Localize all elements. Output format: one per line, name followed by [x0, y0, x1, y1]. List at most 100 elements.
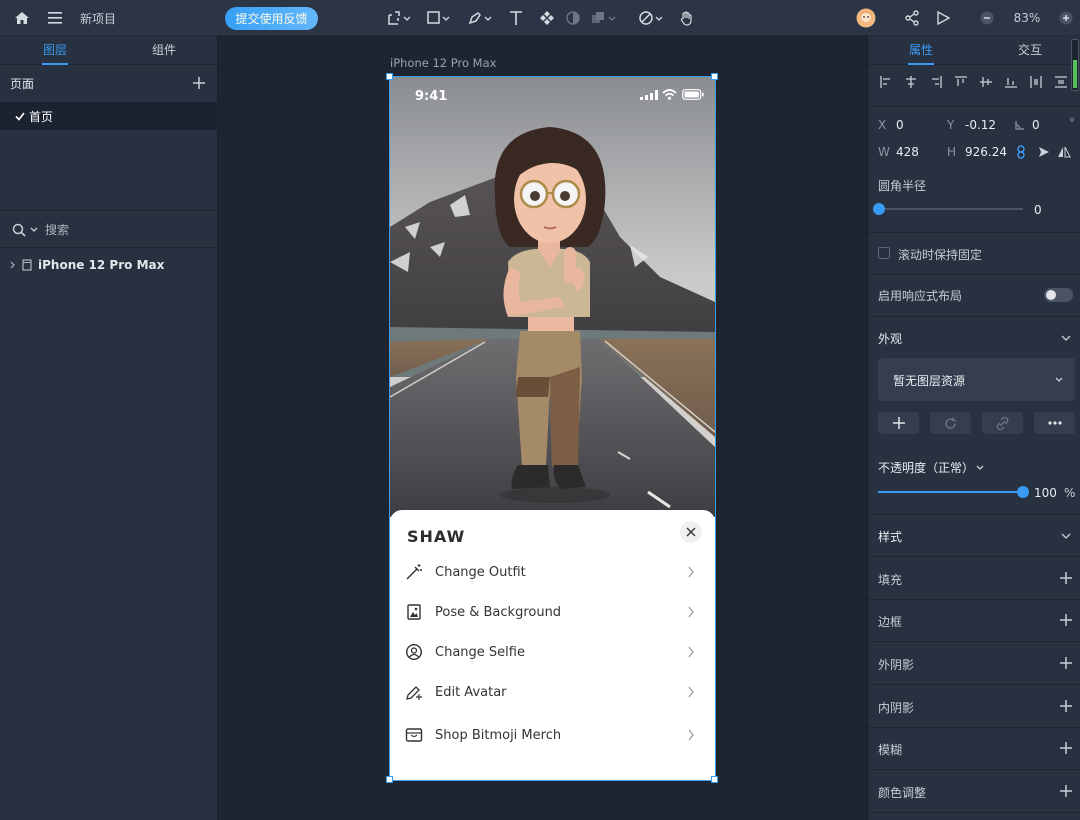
share-icon[interactable] — [904, 8, 920, 28]
unlink-icon — [996, 416, 1009, 430]
tab-components[interactable]: 组件 — [152, 36, 176, 65]
link-icon[interactable] — [1016, 145, 1026, 159]
add-inner-shadow-icon[interactable] — [1060, 700, 1072, 712]
menu-item-pose-background[interactable]: Pose & Background — [390, 593, 715, 631]
chevron-down-icon[interactable] — [1061, 335, 1071, 341]
rectangle-tool-icon[interactable] — [426, 8, 452, 28]
layer-resource-select[interactable]: 暂无图层资源 — [878, 358, 1075, 401]
resize-handle[interactable] — [386, 73, 393, 80]
zoom-out-icon[interactable] — [980, 8, 994, 28]
align-bottom-icon[interactable] — [1005, 76, 1017, 88]
component-icon[interactable] — [539, 8, 555, 28]
inner-shadow-label: 内阴影 — [878, 701, 915, 715]
home-icon[interactable] — [14, 8, 30, 28]
chevron-down-icon[interactable] — [1061, 533, 1071, 539]
zoom-in-icon[interactable] — [1059, 8, 1073, 28]
align-toolbar — [880, 76, 1067, 88]
chevron-right-icon — [688, 606, 694, 618]
feedback-button[interactable]: 提交使用反馈 — [225, 7, 318, 30]
add-page-icon[interactable] — [193, 77, 205, 89]
refresh-icon — [945, 417, 956, 429]
distribute-v-icon[interactable] — [1055, 76, 1067, 88]
distribute-h-icon[interactable] — [1030, 76, 1042, 88]
opacity-label[interactable]: 不透明度（正常） — [878, 459, 974, 476]
tab-interaction[interactable]: 交互 — [1018, 36, 1042, 65]
zoom-level[interactable]: 83% — [1009, 8, 1045, 28]
hand-tool-icon[interactable] — [679, 8, 695, 28]
signal-icon — [640, 90, 658, 100]
responsive-label: 启用响应式布局 — [878, 289, 963, 303]
add-border-icon[interactable] — [1060, 614, 1072, 626]
chevron-right-icon — [688, 686, 694, 698]
flip-horizontal-icon[interactable] — [1057, 146, 1071, 158]
corner-radius-input[interactable]: 0 — [1034, 203, 1042, 217]
w-input[interactable]: 428 — [896, 145, 919, 159]
left-tabs: 图层 组件 — [0, 36, 217, 65]
rotation-input[interactable]: 0 — [1032, 118, 1040, 132]
align-left-icon[interactable] — [880, 76, 892, 88]
artboard-label[interactable]: iPhone 12 Pro Max — [390, 56, 496, 70]
add-color-adjust-icon[interactable] — [1060, 785, 1072, 797]
menu-item-label: Edit Avatar — [435, 684, 507, 700]
align-right-icon[interactable] — [930, 76, 942, 88]
resize-handle[interactable] — [386, 776, 393, 783]
appearance-header[interactable]: 外观 — [878, 330, 902, 347]
scroll-indicator[interactable] — [1071, 39, 1079, 91]
corner-radius-slider[interactable] — [873, 203, 1023, 215]
play-icon[interactable] — [936, 8, 950, 28]
sheet-title: SHAW — [407, 527, 466, 546]
boolean-icon[interactable] — [590, 8, 620, 28]
canvas[interactable]: iPhone 12 Pro Max 9:41 SHAW Change Outfi… — [219, 36, 866, 820]
slider-thumb[interactable] — [1017, 486, 1029, 498]
more-resource-button[interactable] — [1034, 412, 1075, 434]
unlink-resource-button[interactable] — [982, 412, 1023, 434]
battery-icon — [682, 89, 704, 100]
slider-thumb[interactable] — [873, 203, 885, 215]
resize-handle[interactable] — [711, 73, 718, 80]
left-panel: 图层 组件 页面 首页 搜索 iPhone 12 Pro Max — [0, 36, 218, 820]
project-name[interactable]: 新项目 — [80, 8, 116, 28]
add-resource-button[interactable] — [878, 412, 919, 434]
layer-item-iphone[interactable]: iPhone 12 Pro Max — [10, 258, 164, 272]
shop-icon — [405, 728, 423, 742]
layer-search[interactable]: 搜索 — [12, 221, 69, 238]
tab-layers[interactable]: 图层 — [41, 36, 69, 65]
refresh-resource-button[interactable] — [930, 412, 971, 434]
chevron-right-icon[interactable] — [10, 261, 16, 269]
menu-item-edit-avatar[interactable]: Edit Avatar — [390, 673, 715, 711]
add-blur-icon[interactable] — [1060, 742, 1072, 754]
y-label: Y — [947, 118, 955, 132]
image-icon — [407, 604, 421, 620]
menu-item-change-selfie[interactable]: Change Selfie — [390, 633, 715, 671]
menu-item-label: Pose & Background — [435, 604, 562, 620]
align-center-v-icon[interactable] — [980, 76, 992, 88]
mask-icon[interactable] — [566, 8, 580, 28]
tab-properties[interactable]: 属性 — [907, 36, 935, 65]
close-button[interactable] — [680, 521, 702, 543]
add-fill-icon[interactable] — [1060, 572, 1072, 584]
chevron-down-icon[interactable] — [976, 465, 984, 471]
opacity-input[interactable]: 100 — [1034, 486, 1057, 500]
prototype-icon[interactable] — [638, 8, 668, 28]
frame-tool-icon[interactable] — [386, 8, 412, 28]
text-tool-icon[interactable] — [508, 8, 524, 28]
flip-direction-icon[interactable] — [1038, 146, 1050, 158]
menu-icon[interactable] — [47, 8, 63, 28]
style-header[interactable]: 样式 — [878, 528, 902, 545]
align-center-h-icon[interactable] — [905, 76, 917, 88]
y-input[interactable]: -0.12 — [965, 118, 996, 132]
resize-handle[interactable] — [711, 776, 718, 783]
page-item-home[interactable]: 首页 — [0, 102, 218, 130]
avatar[interactable] — [856, 8, 876, 28]
menu-item-change-outfit[interactable]: Change Outfit — [390, 553, 715, 591]
responsive-toggle[interactable] — [1044, 288, 1073, 302]
pen-tool-icon[interactable] — [467, 8, 493, 28]
align-top-icon[interactable] — [955, 76, 967, 88]
add-outer-shadow-icon[interactable] — [1060, 657, 1072, 669]
h-input[interactable]: 926.24 — [965, 145, 1007, 159]
menu-item-shop-merch[interactable]: Shop Bitmoji Merch — [390, 716, 715, 754]
phone-artboard[interactable]: 9:41 SHAW Change Outfit Pose & Backgroun… — [390, 77, 715, 780]
scroll-fixed-checkbox[interactable] — [878, 247, 890, 259]
opacity-slider[interactable] — [878, 486, 1029, 498]
x-input[interactable]: 0 — [896, 118, 904, 132]
